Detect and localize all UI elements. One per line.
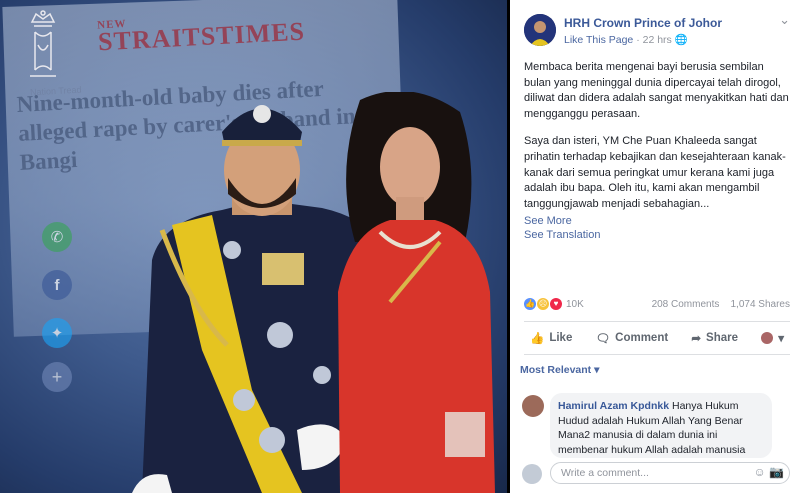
like-button[interactable]: 👍 Like xyxy=(524,331,578,345)
like-page-link[interactable]: Like This Page xyxy=(564,34,633,46)
camera-icon[interactable]: 📷 xyxy=(769,465,784,479)
plus-icon: + xyxy=(42,362,72,392)
user-avatar xyxy=(522,464,542,484)
comment-filter-dropdown[interactable]: Most Relevant ▾ xyxy=(520,364,599,376)
royal-crest-icon xyxy=(30,10,56,77)
facebook-icon: f xyxy=(42,270,72,300)
post-paragraph-1: Membaca berita mengenai bayi berusia sem… xyxy=(524,61,789,120)
comment-button-label: Comment xyxy=(615,332,669,344)
engagement-counts: 208 Comments 1,074 Shares xyxy=(652,299,790,310)
post-header: HRH Crown Prince of Johor Like This Page… xyxy=(524,12,790,52)
comments-count-link[interactable]: 208 Comments xyxy=(652,299,720,310)
love-reaction-icon: ♥ xyxy=(550,298,562,310)
shares-count-link[interactable]: 1,074 Shares xyxy=(731,299,791,310)
share-arrow-icon: ➦ xyxy=(691,333,702,345)
reactions-summary[interactable]: 👍 ☹ ♥ 10K xyxy=(524,298,584,310)
share-button-label: Share xyxy=(706,332,738,344)
globe-icon: 🌐 xyxy=(674,34,688,46)
comment-placeholder: Write a comment... xyxy=(561,467,649,479)
reaction-count: 10K xyxy=(566,298,584,310)
see-more-link[interactable]: See More xyxy=(524,214,792,228)
facebook-post: HRH Crown Prince of Johor Like This Page… xyxy=(510,0,800,493)
whatsapp-icon: ✆ xyxy=(42,222,72,252)
comment-button[interactable]: 🗨 Comment xyxy=(590,331,675,345)
post-time[interactable]: 22 hrs xyxy=(643,34,672,46)
page-name-link[interactable]: HRH Crown Prince of Johor xyxy=(564,16,722,30)
post-photo[interactable]: NEW STRAITSTIMES Nation Tread Nine-month-… xyxy=(0,0,507,493)
post-stats: 👍 ☹ ♥ 10K 208 Comments 1,074 Shares xyxy=(524,298,790,314)
avatar-image xyxy=(524,14,556,46)
share-button[interactable]: ➦ Share xyxy=(685,331,744,345)
emoji-icon[interactable]: ☺ xyxy=(753,465,765,479)
like-reaction-icon: 👍 xyxy=(524,298,536,310)
composer-icons: ☺ 📷 xyxy=(753,465,784,479)
commenter-avatar[interactable] xyxy=(522,395,544,417)
caret-down-icon: ▾ xyxy=(594,364,600,376)
post-actions-bar: 👍 Like 🗨 Comment ➦ Share ▾ xyxy=(524,321,790,355)
thumbs-up-icon: 👍 xyxy=(530,333,545,345)
reaction-selector[interactable]: ▾ xyxy=(755,331,790,345)
chevron-down-icon[interactable]: ⌄ xyxy=(779,12,790,28)
comment-composer: Write a comment... ☺ 📷 xyxy=(522,462,790,486)
page-avatar[interactable] xyxy=(524,14,556,46)
see-translation-link[interactable]: See Translation xyxy=(524,228,792,242)
post-paragraph-2: Saya dan isteri, YM Che Puan Khaleeda sa… xyxy=(524,135,786,210)
post-meta: Like This Page · 22 hrs 🌐 xyxy=(564,33,688,46)
caret-down-icon: ▾ xyxy=(778,333,784,345)
count-separator xyxy=(722,299,728,310)
speech-bubble-icon: 🗨 xyxy=(595,333,611,345)
twitter-icon: ✦ xyxy=(42,318,72,348)
comment-item: Hamirul Azam Kpdnkk Hanya Hukum Hudud ad… xyxy=(522,393,790,458)
post-body: Membaca berita mengenai bayi berusia sem… xyxy=(524,60,792,242)
commenter-name-link[interactable]: Hamirul Azam Kpdnkk xyxy=(558,400,669,412)
woman-figure xyxy=(338,92,495,493)
comment-filter-label: Most Relevant xyxy=(520,364,592,376)
comment-bubble: Hamirul Azam Kpdnkk Hanya Hukum Hudud ad… xyxy=(550,393,772,458)
like-button-label: Like xyxy=(549,332,573,344)
profile-mini-icon xyxy=(761,332,774,344)
sad-reaction-icon: ☹ xyxy=(537,298,549,310)
